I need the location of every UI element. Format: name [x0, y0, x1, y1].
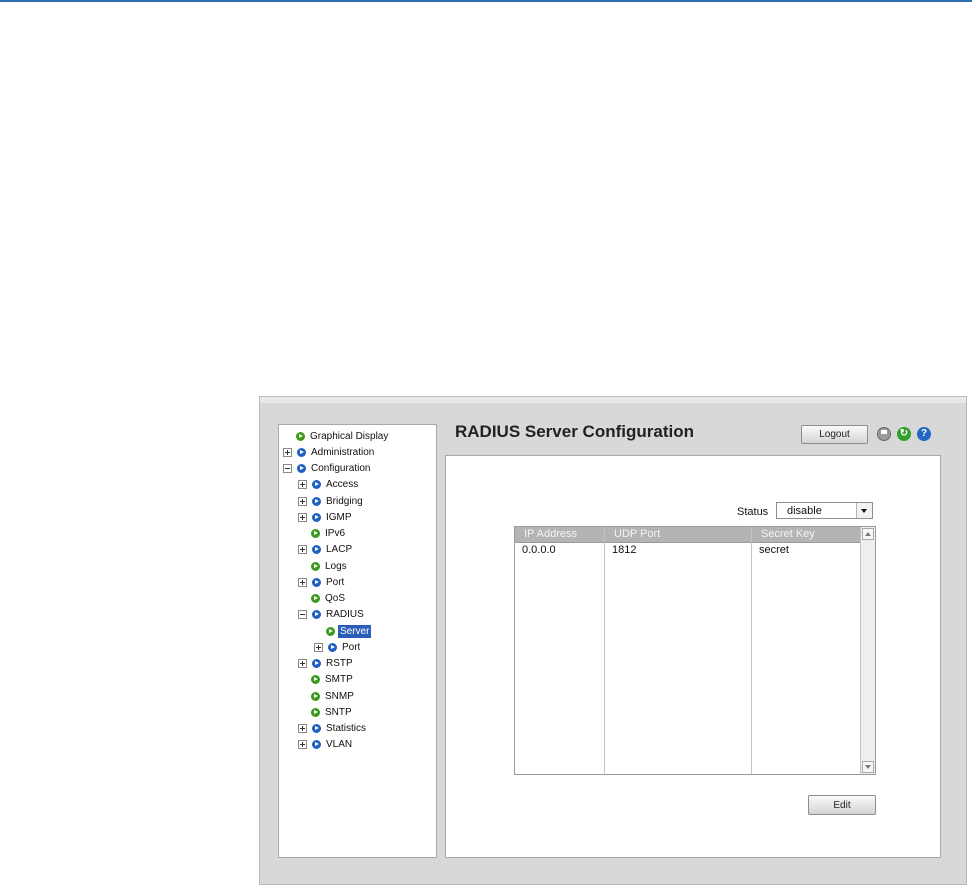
tree-item-sntp[interactable]: SNTP — [311, 705, 354, 719]
tree-item-access[interactable]: Access — [298, 478, 360, 492]
expand-icon[interactable] — [298, 724, 307, 733]
navigation-tree: Graphical Display Administration Configura… — [278, 424, 437, 858]
column-header[interactable]: IP Address — [515, 527, 604, 543]
tree-item-label: Logs — [325, 560, 347, 572]
folder-arrow-icon — [297, 447, 306, 457]
tree-item-configuration[interactable]: Configuration — [283, 462, 372, 476]
status-select-value: disable — [787, 505, 822, 517]
tree-item-label: SMTP — [325, 674, 353, 686]
folder-arrow-icon — [297, 464, 306, 473]
page-arrow-icon — [311, 707, 320, 717]
status-label: Status — [737, 506, 769, 518]
table-cell[interactable]: 1812 — [605, 543, 751, 557]
tree-item-label: IPv6 — [325, 528, 346, 539]
tree-item-label: LACP — [326, 544, 353, 556]
tree-item-label: Server — [338, 624, 372, 638]
tree-item-logs[interactable]: Logs — [311, 559, 349, 573]
tree-item-graphical-display[interactable]: Graphical Display — [296, 429, 390, 443]
page-arrow-icon — [311, 561, 320, 571]
tree-item-label: VLAN — [326, 739, 353, 751]
tree-item-radius[interactable]: RADIUS — [298, 608, 366, 622]
content-panel: Status disable IP Address 0.0.0.0 UDP Po… — [445, 455, 941, 858]
tree-item-vlan[interactable]: VLAN — [298, 738, 354, 752]
scroll-down-icon[interactable] — [862, 761, 874, 773]
table-cell[interactable]: 0.0.0.0 — [515, 543, 604, 557]
tree-item-label: Statistics — [326, 723, 367, 734]
refresh-icon[interactable]: ↻ — [897, 427, 911, 441]
tree-item-server[interactable]: Server — [326, 624, 372, 638]
tree-item-label: Graphical Display — [310, 430, 389, 442]
tree-item-label: IGMP — [326, 511, 352, 523]
expand-icon[interactable] — [298, 512, 307, 522]
tree-item-label: QoS — [325, 593, 346, 604]
app-window: Graphical Display Administration Configura… — [259, 396, 967, 885]
folder-arrow-icon — [312, 545, 321, 555]
folder-arrow-icon — [312, 610, 321, 620]
expand-icon[interactable] — [298, 545, 307, 555]
tree-item-ipv6[interactable]: IPv6 — [311, 527, 347, 541]
page-arrow-icon — [296, 431, 305, 441]
top-rule — [0, 0, 972, 2]
column-ip-address: IP Address 0.0.0.0 — [515, 527, 605, 774]
status-select[interactable]: disable — [776, 502, 873, 519]
tree-item-snmp[interactable]: SNMP — [311, 689, 356, 703]
radius-server-table: IP Address 0.0.0.0 UDP Port 1812 Secret … — [514, 526, 876, 775]
tree-item-label: Configuration — [311, 463, 371, 474]
tree-item-label: RSTP — [326, 658, 353, 669]
expand-icon[interactable] — [298, 496, 307, 506]
scroll-up-icon[interactable] — [862, 528, 874, 540]
expand-icon[interactable] — [298, 740, 307, 750]
tree-item-port[interactable]: Port — [314, 640, 362, 654]
folder-arrow-icon — [312, 659, 321, 668]
page-arrow-icon — [326, 626, 335, 636]
help-icon[interactable]: ? — [917, 427, 931, 441]
page-arrow-icon — [311, 594, 320, 603]
tree-item-label: SNTP — [325, 706, 352, 718]
tree-item-label: RADIUS — [326, 609, 364, 621]
tree-item-label: Port — [342, 641, 361, 653]
chevron-down-icon[interactable] — [856, 503, 872, 518]
tree-item-label: Bridging — [326, 495, 363, 507]
folder-arrow-icon — [312, 577, 321, 587]
tree-item-label: Administration — [311, 446, 375, 458]
expand-icon[interactable] — [298, 659, 307, 668]
column-udp-port: UDP Port 1812 — [605, 527, 752, 774]
collapse-icon[interactable] — [298, 610, 307, 620]
folder-arrow-icon — [312, 480, 321, 490]
column-header[interactable]: Secret Key — [752, 527, 860, 543]
tree-item-statistics[interactable]: Statistics — [298, 722, 368, 736]
tree-item-port[interactable]: Port — [298, 575, 346, 589]
folder-arrow-icon — [312, 740, 321, 750]
tree-item-label: SNMP — [325, 690, 354, 702]
tree-item-qos[interactable]: QoS — [311, 592, 347, 606]
page-arrow-icon — [311, 675, 320, 685]
tree-item-label: Port — [326, 576, 345, 588]
tree-item-smtp[interactable]: SMTP — [311, 673, 355, 687]
tree-item-lacp[interactable]: LACP — [298, 543, 354, 557]
expand-icon[interactable] — [298, 480, 307, 490]
page-arrow-icon — [311, 691, 320, 701]
expand-icon[interactable] — [283, 447, 292, 457]
collapse-icon[interactable] — [283, 464, 292, 473]
column-secret-key: Secret Key secret — [752, 527, 861, 774]
tree-item-bridging[interactable]: Bridging — [298, 494, 365, 508]
tree-item-rstp[interactable]: RSTP — [298, 657, 355, 671]
folder-arrow-icon — [312, 512, 321, 522]
tree-item-igmp[interactable]: IGMP — [298, 510, 354, 524]
folder-arrow-icon — [312, 724, 321, 733]
tree-item-label: Access — [326, 479, 359, 491]
expand-icon[interactable] — [314, 642, 323, 652]
page-arrow-icon — [311, 529, 320, 538]
table-scrollbar[interactable] — [860, 527, 875, 774]
page-title: RADIUS Server Configuration — [455, 422, 694, 441]
folder-arrow-icon — [312, 496, 321, 506]
folder-arrow-icon — [328, 642, 337, 652]
expand-icon[interactable] — [298, 577, 307, 587]
save-icon[interactable] — [877, 427, 891, 441]
column-header[interactable]: UDP Port — [605, 527, 751, 543]
table-cell[interactable]: secret — [752, 543, 860, 557]
tree-item-administration[interactable]: Administration — [283, 445, 376, 459]
logout-button[interactable]: Logout — [801, 425, 868, 444]
edit-button[interactable]: Edit — [808, 795, 876, 815]
